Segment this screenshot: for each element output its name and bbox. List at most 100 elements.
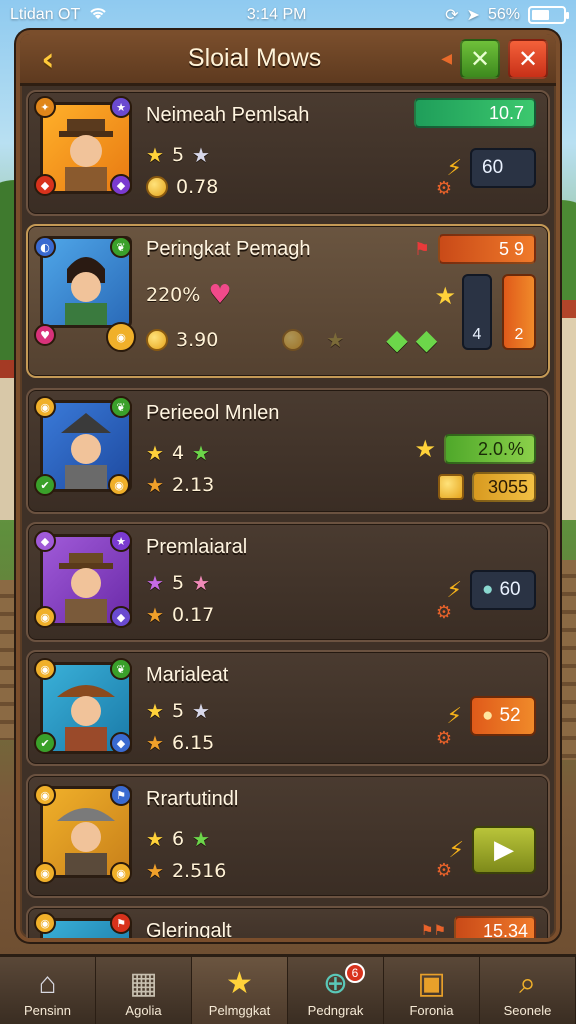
progress-pill: 5 9 [438, 234, 536, 264]
battery-percent: 56% [487, 6, 520, 23]
flag-badge-icon: ⚑ [110, 912, 132, 934]
score-value: 0.78 [176, 176, 219, 198]
play-icon: ▶ [494, 835, 514, 865]
nav-label: Pelmggkat [208, 1003, 271, 1018]
leaderboard-panel: ‹ Sloial Mows ◀ ✕ ✕ ✦ ★ ◆ ◆ Neimeah Peml… [16, 30, 560, 942]
bolt-icon: ⚡ [446, 703, 462, 729]
score-value: 2.13 [171, 474, 215, 496]
star-icon: ★ [192, 571, 210, 595]
percent-value: 220% [146, 284, 201, 306]
progress-value: 5 9 [498, 238, 524, 259]
star-icon: ★ [146, 859, 164, 883]
check-icon: ✔ [34, 474, 56, 496]
flag-icon: ⚑⚑ [420, 923, 446, 939]
bolt-icon: ⚡ [446, 155, 462, 181]
tools-button[interactable]: ✕ [460, 38, 500, 79]
star-icon: ★ [146, 731, 164, 755]
chest-icon: ▣ [417, 967, 446, 1000]
rank-value: 4 [171, 442, 185, 464]
star-icon: ★ [226, 967, 253, 1000]
rank-value: 5 [171, 700, 185, 722]
gold-bar-icon [438, 474, 464, 500]
clock: 3:14 PM [246, 6, 307, 23]
heart-icon: ♥ [208, 280, 232, 310]
leaf-icon: ❦ [110, 396, 132, 418]
crossed-tools-icon: ✕ [469, 44, 491, 73]
list-item[interactable]: ◉ ⚑ ◉ ◉ Rrartutindl ★ 6 ★ ★ 2.516 ⚡ ▶ ⚙ [26, 774, 550, 898]
nav-label: Pensinn [24, 1003, 71, 1018]
back-button[interactable]: ‹ [28, 39, 68, 79]
close-icon: ✕ [517, 44, 539, 73]
location-icon: ➤ [466, 7, 480, 24]
progress-value: 10.7 [488, 102, 524, 123]
star-icon: ★ [192, 699, 210, 723]
nav-item-search[interactable]: ⌕ Seonele [480, 957, 576, 1024]
score-value: 2.516 [171, 860, 227, 882]
gem-icon: ◆ [34, 174, 56, 196]
nav-item-home[interactable]: ⌂ Pensinn [0, 957, 96, 1024]
player-name: Perieeol Mnlen [146, 402, 280, 424]
star-icon: ★ [146, 603, 164, 627]
star-icon: ★ [192, 441, 210, 465]
stat-box: 60 [470, 148, 536, 188]
score-value: 3.90 [176, 329, 219, 351]
house-icon: ⌂ [38, 967, 57, 1000]
star-icon: ★ [146, 571, 164, 595]
map-icon: ▦ [129, 967, 158, 1000]
medal-icon: ✦ [34, 96, 56, 118]
close-button[interactable]: ✕ [508, 38, 548, 79]
nav-item-ranking[interactable]: ★ Pelmggkat [192, 957, 288, 1024]
gauge-value: 2 [514, 326, 524, 343]
nav-label: Foronia [409, 1003, 454, 1018]
arrow-left-icon: ◀ [441, 50, 452, 67]
player-name: Peringkat Pemagh [146, 238, 311, 260]
stat-pill: 15.34 [454, 916, 536, 938]
star-icon: ★ [146, 699, 164, 723]
panel-header: ‹ Sloial Mows ◀ ✕ ✕ [20, 34, 556, 86]
star-icon: ★ [192, 827, 210, 851]
heart-gem-icon: ♥ [34, 324, 56, 346]
faded-star-icon: ★ [326, 328, 345, 352]
play-button[interactable]: ▶ [472, 826, 536, 874]
star-icon: ★ [192, 143, 210, 167]
wifi-icon [88, 5, 108, 26]
rank-value: 5 [171, 572, 185, 594]
bolt-icon: ⚡ [448, 837, 464, 863]
stat-value: 52 [499, 705, 521, 726]
list-item-highlighted[interactable]: ◐ ❦ ♥ ◉ Peringkat Pemagh 220% ♥ 3.90 ★ ◆… [26, 224, 550, 378]
player-name: Neimeah Pemlsah [146, 104, 310, 126]
list-item[interactable]: ✦ ★ ◆ ◆ Neimeah Pemlsah ★ 5 ★ 0.78 10.7 … [26, 90, 550, 216]
gold-medal-icon: ◉ [34, 862, 56, 884]
list-item[interactable]: ◉ ⚑ Gleringalt ⚑⚑ 15.34 [26, 906, 550, 942]
progress-pill: 10.7 [414, 98, 536, 128]
orb-icon: ● [482, 705, 494, 726]
rank-value: 6 [171, 828, 185, 850]
list-item[interactable]: ◉ ❦ ✔ ◆ Marialeat ★ 5 ★ ★ 6.15 ⚡ ● 52 ⚙ [26, 650, 550, 766]
star-icon: ★ [146, 441, 164, 465]
rank-value: 5 [171, 144, 185, 166]
list-item[interactable]: ◉ ❦ ✔ ◉ Perieeol Mnlen ★ 4 ★ ★ 2.13 ★ 2.… [26, 388, 550, 514]
progress-value: 2.0.% [477, 438, 524, 459]
gold-value: 3055 [487, 476, 528, 497]
leaf-icon: ❦ [110, 658, 132, 680]
nav-item-explore[interactable]: ⊕ 6 Pedngrak [288, 957, 384, 1024]
coin-badge-icon: ◉ [34, 784, 56, 806]
gold-pill: 3055 [472, 472, 536, 502]
crystal-icon: ◆ [34, 530, 56, 552]
carrier-text: Ltidan OT [10, 6, 81, 23]
nav-label: Pedngrak [307, 1003, 364, 1018]
green-gem-icon: ◆ [386, 323, 408, 356]
gold-medal-icon: ◉ [106, 322, 136, 352]
nav-item-chest[interactable]: ▣ Foronia [384, 957, 480, 1024]
coin-icon [146, 329, 168, 351]
bolt-icon: ⚡ [446, 577, 462, 603]
crystal-icon: ◆ [110, 606, 132, 628]
list-item[interactable]: ◆ ★ ◉ ◆ Premlaiaral ★ 5 ★ ★ 0.17 ⚡ ● 60 … [26, 522, 550, 642]
orb-icon: ● [482, 579, 494, 600]
leaf-icon: ❦ [110, 236, 132, 258]
check-icon: ✔ [34, 732, 56, 754]
nav-item-map[interactable]: ▦ Agolia [96, 957, 192, 1024]
battery-icon [527, 6, 569, 24]
star-icon: ★ [146, 473, 164, 497]
player-name: Gleringalt [146, 920, 232, 942]
